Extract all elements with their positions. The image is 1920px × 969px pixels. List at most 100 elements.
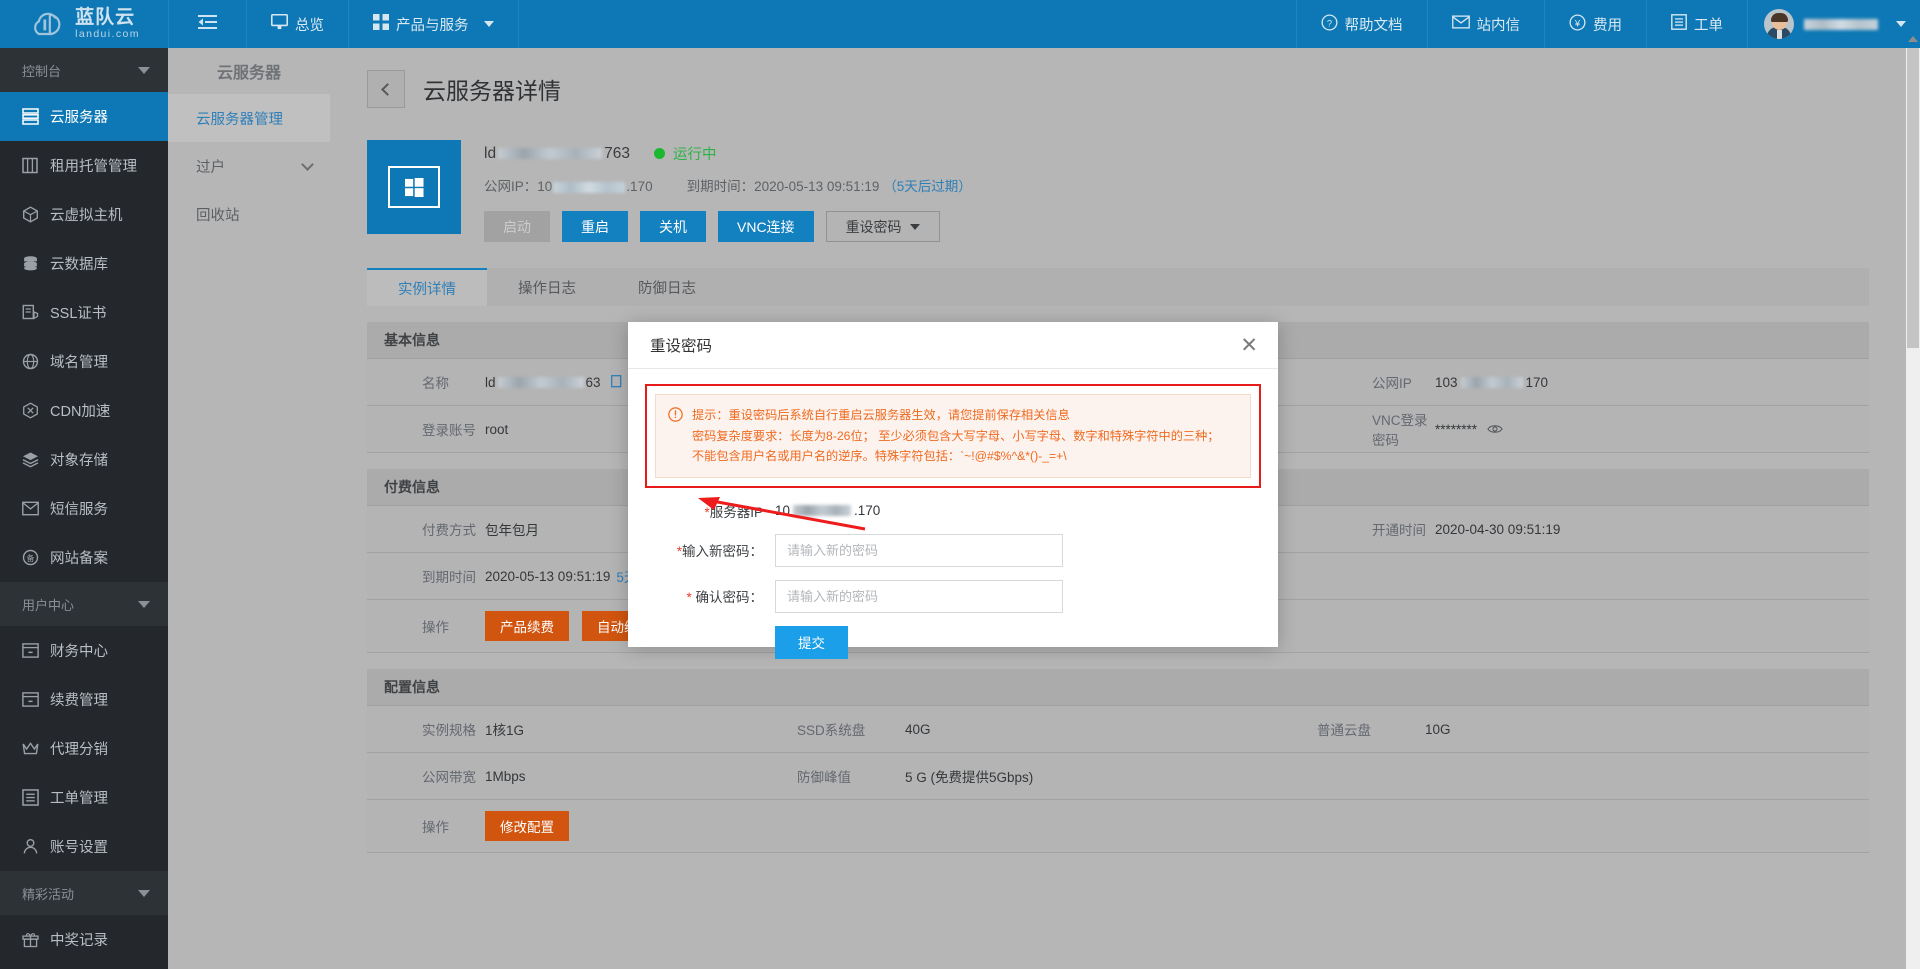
svg-text:备: 备 (27, 553, 35, 563)
sidebar-group-activities[interactable]: 精彩活动 (0, 871, 168, 915)
instance-info: ld 763 运行中 公网IP：10 .170 到期时间：2020-05-13 0… (484, 140, 972, 242)
sidebar-item-domain[interactable]: 域名管理 (0, 337, 168, 386)
instance-id-suffix: 763 (604, 144, 630, 162)
reset-password-dropdown-button[interactable]: 重设密码 (825, 211, 940, 242)
chevron-down-icon (909, 223, 920, 230)
submit-button[interactable]: 提交 (775, 625, 848, 659)
table-row: 操作 修改配置 (367, 800, 1869, 853)
sidebar-item-hosting[interactable]: 租用托管管理 (0, 141, 168, 190)
vnc-connect-button[interactable]: VNC连接 (718, 211, 814, 242)
field-vnc-password: VNC登录密码 ******** (1317, 409, 1817, 449)
ip-suffix: 170 (1525, 374, 1549, 390)
sidebar-item-icp-record[interactable]: 备 网站备案 (0, 533, 168, 582)
close-icon[interactable]: ✕ (1240, 335, 1258, 356)
page-header: 云服务器详情 (330, 48, 1908, 108)
restart-button[interactable]: 重启 (562, 211, 628, 242)
subnav-item-server-management[interactable]: 云服务器管理 (168, 94, 330, 142)
sidebar-item-label: 财务中心 (50, 644, 108, 660)
sidebar-item-finance[interactable]: 财务中心 (0, 626, 168, 675)
modal-title: 重设密码 (650, 338, 713, 355)
sidebar-item-reseller[interactable]: 代理分销 (0, 724, 168, 773)
sidebar-item-cdn[interactable]: CDN加速 (0, 386, 168, 435)
shutdown-button[interactable]: 关机 (640, 211, 706, 242)
field-label: 操作 (422, 620, 449, 635)
new-password-input[interactable] (775, 533, 1063, 567)
question-circle-icon: ? (1320, 13, 1338, 35)
section-title: 配置信息 (367, 669, 1869, 706)
page-scrollbar[interactable] (1906, 36, 1920, 969)
sidebar-item-virtual-host[interactable]: 云虚拟主机 (0, 190, 168, 239)
field-label: 普通云盘 (1317, 723, 1371, 738)
sidebar-item-prize-records[interactable]: 中奖记录 (0, 915, 168, 964)
header-right-group: ? 帮助文档 站内信 ¥ 费用 工单 (1295, 0, 1920, 48)
eye-icon[interactable] (1487, 421, 1503, 437)
sidebar-item-label: SSL证书 (50, 306, 107, 322)
field-value: 包年包月 (485, 523, 539, 538)
monitor-icon (270, 13, 289, 34)
expire-warning: （5天后过期） (883, 179, 972, 194)
renew-icon (22, 692, 39, 707)
inbox-label: 站内信 (1476, 17, 1521, 34)
sidebar-item-account-settings[interactable]: 账号设置 (0, 822, 168, 871)
tickets-button[interactable]: 工单 (1646, 0, 1747, 48)
billing-button[interactable]: ¥ 费用 (1544, 0, 1646, 48)
tab-operation-log[interactable]: 操作日志 (487, 268, 607, 306)
sidebar-item-cloud-server[interactable]: 云服务器 (0, 92, 168, 141)
vnc-password-masked: ******** (1435, 421, 1478, 437)
field-value: 1核1G (485, 723, 525, 738)
scrollbar-thumb[interactable] (1907, 48, 1919, 348)
sidebar-collapse-button[interactable] (168, 0, 246, 48)
help-docs-button[interactable]: ? 帮助文档 (1295, 0, 1427, 48)
subnav-item-label: 云服务器管理 (196, 111, 283, 128)
renew-product-button[interactable]: 产品续费 (485, 611, 569, 641)
list-icon (1671, 14, 1687, 34)
sidebar-item-database[interactable]: 云数据库 (0, 239, 168, 288)
new-password-label: *输入新密码： (645, 540, 775, 560)
sidebar-item-label: 代理分销 (50, 742, 108, 758)
password-policy-alert: 提示：重设密码后系统自行重启云服务器生效，请您提前保存相关信息 密码复杂度要求：… (645, 384, 1261, 488)
tab-instance-detail[interactable]: 实例详情 (367, 268, 487, 306)
field-label: 到期时间 (422, 570, 476, 585)
rack-icon (22, 157, 38, 174)
logo-text-cn: 蓝队云 (75, 7, 136, 29)
sidebar-item-object-storage[interactable]: 对象存储 (0, 435, 168, 484)
nav-overview[interactable]: 总览 (246, 0, 348, 48)
sidebar-item-label: 对象存储 (50, 453, 108, 469)
field-value: 10G (1425, 721, 1451, 737)
new-password-label-text: 输入新密码： (682, 544, 763, 559)
secondary-nav-panel: 云服务器 云服务器管理 过户 回收站 (168, 48, 330, 969)
inbox-button[interactable]: 站内信 (1426, 0, 1545, 48)
public-ip-suffix: .170 (626, 179, 653, 194)
back-button[interactable] (367, 70, 405, 108)
scroll-up-arrow-icon[interactable] (1908, 36, 1918, 42)
sidebar-item-ticket-mgmt[interactable]: 工单管理 (0, 773, 168, 822)
field-value: 5 G (免费提供5Gbps) (905, 770, 1034, 785)
start-button[interactable]: 启动 (484, 211, 550, 242)
section-config-info: 配置信息 实例规格 1核1G SSD系统盘 40G 普通云盘 10G 公网带宽 … (367, 669, 1869, 853)
sidebar-item-sms[interactable]: 短信服务 (0, 484, 168, 533)
sidebar-item-renewal[interactable]: 续费管理 (0, 675, 168, 724)
user-menu[interactable] (1747, 0, 1920, 48)
subnav-item-recycle-bin[interactable]: 回收站 (168, 190, 330, 238)
field-label: 公网带宽 (422, 770, 476, 785)
nav-products[interactable]: 产品与服务 (348, 0, 518, 48)
brand-logo[interactable]: 蓝队云 landui.com (0, 0, 168, 48)
field-label: 实例规格 (422, 723, 476, 738)
sidebar-group-console[interactable]: 控制台 (0, 48, 168, 92)
field-cloud-disk: 普通云盘 10G (1317, 719, 1817, 739)
tab-defense-log[interactable]: 防御日志 (607, 268, 727, 306)
sidebar-item-label: 网站备案 (50, 551, 108, 567)
record-icon: 备 (22, 549, 39, 566)
confirm-password-label-text: 确认密码： (695, 590, 764, 605)
tickets-label: 工单 (1694, 17, 1723, 34)
confirm-password-input[interactable] (775, 579, 1063, 613)
svg-text:?: ? (1326, 18, 1331, 29)
sidebar-group-user-center[interactable]: 用户中心 (0, 582, 168, 626)
modify-config-button[interactable]: 修改配置 (485, 811, 569, 841)
sidebar-item-ssl[interactable]: SSL证书 (0, 288, 168, 337)
header-spacer (517, 0, 1296, 48)
ip-masked (1460, 376, 1523, 388)
subnav-item-transfer[interactable]: 过户 (168, 142, 330, 190)
confirm-password-label: * 确认密码： (645, 586, 775, 606)
copy-icon[interactable] (610, 375, 625, 389)
